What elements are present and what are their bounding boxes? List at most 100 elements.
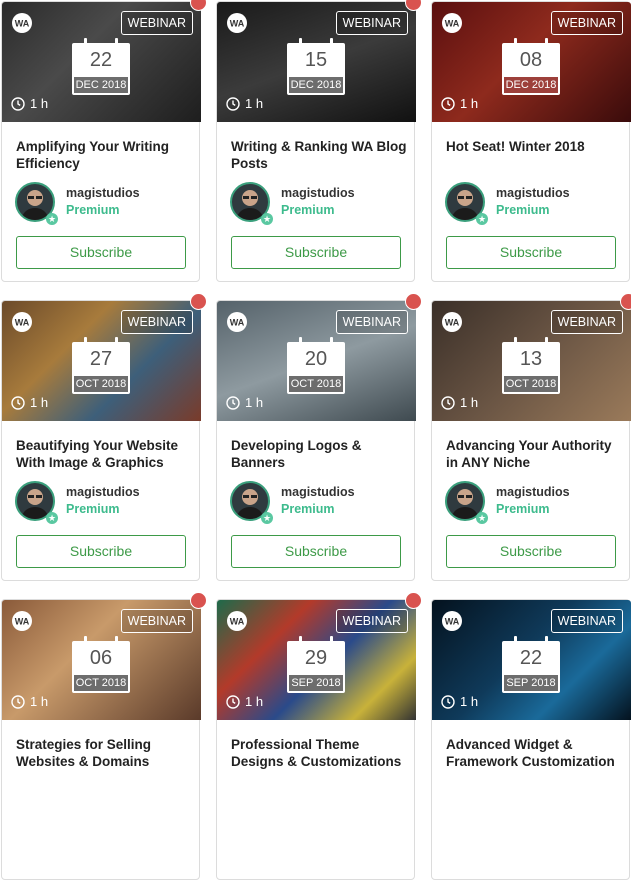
clock-icon [441,694,455,709]
premium-star-icon: ★ [46,213,58,225]
premium-star-icon: ★ [476,512,488,524]
webinar-thumbnail[interactable]: WA WEBINAR 22 DEC 2018 1 h [2,2,201,122]
event-month: DEC 2018 [289,77,343,93]
membership-tier: Premium [281,203,335,217]
duration-text: 1 h [460,395,479,410]
duration-text: 1 h [245,96,264,111]
webinar-card[interactable]: WA WEBINAR 08 DEC 2018 1 h Hot Seat! Win… [431,1,631,282]
webinar-card[interactable]: WA WEBINAR 27 OCT 2018 1 h Beautifying Y… [1,293,207,581]
webinar-badge: WEBINAR [120,609,193,633]
webinar-thumbnail[interactable]: WA WEBINAR 06 OCT 2018 1 h [2,600,201,720]
webinar-thumbnail[interactable]: WA WEBINAR 27 OCT 2018 1 h [2,301,201,421]
webinar-card[interactable]: WA WEBINAR 06 OCT 2018 1 h Strategies fo… [1,592,207,880]
webinar-badge: WEBINAR [550,609,623,633]
event-month: OCT 2018 [504,376,558,392]
clock-icon [226,96,240,111]
webinar-title[interactable]: Professional Theme Designs & Customizati… [231,736,409,770]
premium-star-icon: ★ [46,512,58,524]
svg-text:WA: WA [445,19,460,29]
wa-logo-icon: WA [12,13,32,33]
wa-logo-icon: WA [227,611,247,631]
membership-tier: Premium [281,502,335,516]
wa-logo-icon: WA [12,611,32,631]
duration-text: 1 h [30,395,49,410]
date-calendar-icon: 20 OCT 2018 [287,337,345,394]
notification-dot [190,293,207,310]
author-name[interactable]: magistudios [496,186,570,200]
webinar-card[interactable]: WA WEBINAR 29 SEP 2018 1 h Professional … [216,592,422,880]
event-day: 08 [519,49,543,71]
date-calendar-icon: 06 OCT 2018 [72,636,130,693]
webinar-title[interactable]: Developing Logos & Banners [231,437,409,471]
notification-dot [620,293,631,310]
webinar-title[interactable]: Advanced Widget & Framework Customizatio… [446,736,624,770]
subscribe-button[interactable]: Subscribe [446,535,616,568]
notification-dot [405,293,422,310]
webinar-title[interactable]: Beautifying Your Website With Image & Gr… [16,437,194,471]
subscribe-button[interactable]: Subscribe [231,236,401,269]
notification-dot [190,0,207,11]
webinar-thumbnail[interactable]: WA WEBINAR 13 OCT 2018 1 h [432,301,631,421]
event-month: OCT 2018 [74,675,128,691]
duration: 1 h [441,694,478,709]
notification-dot [405,592,422,609]
duration: 1 h [226,694,263,709]
author-name[interactable]: magistudios [281,485,355,499]
duration: 1 h [11,694,48,709]
duration: 1 h [11,395,48,410]
webinar-title[interactable]: Hot Seat! Winter 2018 [446,138,624,155]
date-calendar-icon: 08 DEC 2018 [502,38,560,95]
webinar-thumbnail[interactable]: WA WEBINAR 29 SEP 2018 1 h [217,600,416,720]
event-month: DEC 2018 [74,77,128,93]
webinar-thumbnail[interactable]: WA WEBINAR 22 SEP 2018 1 h [432,600,631,720]
event-day: 20 [304,348,328,370]
date-calendar-icon: 22 DEC 2018 [72,38,130,95]
webinar-title[interactable]: Writing & Ranking WA Blog Posts [231,138,409,172]
wa-logo-icon: WA [227,13,247,33]
webinar-card[interactable]: WA WEBINAR 20 OCT 2018 1 h Developing Lo… [216,293,422,581]
webinar-card[interactable]: WA WEBINAR 13 OCT 2018 1 h Advancing You… [431,293,631,581]
premium-star-icon: ★ [261,512,273,524]
webinar-card[interactable]: WA WEBINAR 22 SEP 2018 1 h Advanced Widg… [431,599,631,880]
duration: 1 h [441,395,478,410]
author-name[interactable]: magistudios [66,186,140,200]
webinar-badge: WEBINAR [550,310,623,334]
event-month: SEP 2018 [289,675,343,691]
notification-dot [190,592,207,609]
duration-text: 1 h [30,96,49,111]
event-day: 06 [89,647,113,669]
subscribe-button[interactable]: Subscribe [446,236,616,269]
svg-text:WA: WA [230,19,245,29]
event-day: 15 [304,49,328,71]
author-name[interactable]: magistudios [281,186,355,200]
webinar-thumbnail[interactable]: WA WEBINAR 08 DEC 2018 1 h [432,2,631,122]
wa-logo-icon: WA [227,312,247,332]
duration-text: 1 h [460,694,479,709]
event-month: DEC 2018 [504,77,558,93]
subscribe-button[interactable]: Subscribe [16,535,186,568]
webinar-badge: WEBINAR [335,310,408,334]
date-calendar-icon: 13 OCT 2018 [502,337,560,394]
author-name[interactable]: magistudios [66,485,140,499]
wa-logo-icon: WA [442,312,462,332]
clock-icon [11,96,25,111]
webinar-thumbnail[interactable]: WA WEBINAR 20 OCT 2018 1 h [217,301,416,421]
subscribe-button[interactable]: Subscribe [16,236,186,269]
webinar-card[interactable]: WA WEBINAR 15 DEC 2018 1 h Writing & Ran… [216,0,422,282]
clock-icon [11,395,25,410]
webinar-badge: WEBINAR [335,11,408,35]
subscribe-button[interactable]: Subscribe [231,535,401,568]
webinar-title[interactable]: Advancing Your Authority in ANY Niche [446,437,624,471]
svg-text:WA: WA [445,617,460,627]
wa-logo-icon: WA [12,312,32,332]
clock-icon [441,96,455,111]
webinar-title[interactable]: Amplifying Your Writing Efficiency [16,138,194,172]
webinar-thumbnail[interactable]: WA WEBINAR 15 DEC 2018 1 h [217,2,416,122]
webinar-title[interactable]: Strategies for Selling Websites & Domain… [16,736,194,770]
author-name[interactable]: magistudios [496,485,570,499]
event-month: OCT 2018 [74,376,128,392]
membership-tier: Premium [496,203,550,217]
event-day: 22 [519,647,543,669]
webinar-card[interactable]: WA WEBINAR 22 DEC 2018 1 h Amplifying Yo… [1,0,207,282]
event-month: SEP 2018 [504,675,558,691]
